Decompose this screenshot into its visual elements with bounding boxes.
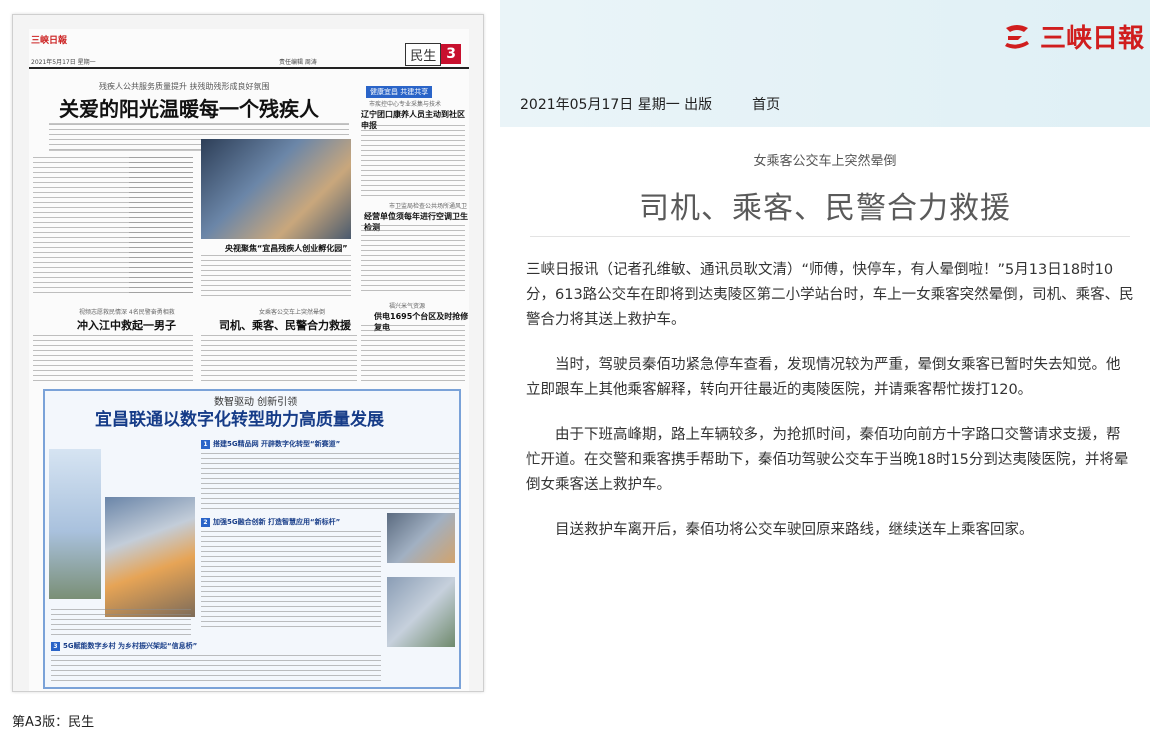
story3-kicker: 福兴米气资源 — [389, 303, 426, 310]
feature-headline[interactable]: 宜昌联通以数字化转型助力高质量发展 — [95, 405, 384, 430]
text-column — [201, 255, 351, 299]
paper-logo: 三峡日報 — [31, 36, 68, 46]
article-paragraph: 当时，驾驶员秦佰功紧急停车查看，发现情况较为严重，晕倒女乘客已暂时失去知觉。他立… — [526, 357, 1121, 398]
article-paragraph: 由于下班高峰期，路上车辆较多，为抢抓时间，秦佰功向前方十字路口交警请求支援，帮忙… — [526, 427, 1129, 493]
nav-bar: 2021年05月17日 星期一 出版 首页 — [500, 88, 1150, 120]
side-box-label: 健康宜昌 共建共享 — [366, 86, 433, 98]
article-paragraph: 目送救护车离开后，秦佰功将公交车驶回原来路线，继续送车上乘客回家。 — [555, 522, 1034, 538]
title-divider — [530, 236, 1130, 237]
feature-subhead-2: 2 加强5G融合创新 打造智慧应用“新标杆” — [201, 517, 340, 527]
text-column — [361, 225, 465, 295]
story1-kicker: 视频志愿救民情深 4名民警奋勇相救 — [79, 309, 175, 316]
text-column — [201, 531, 381, 631]
section-badge: 民生 3 — [405, 42, 461, 66]
article-paragraph: 三峡日报讯（记者孔维敏、通讯员耿文清）“师傅，快停车，有人晕倒啦！”5月13日1… — [526, 262, 1134, 328]
home-link[interactable]: 首页 — [752, 94, 780, 114]
text-column — [201, 335, 357, 383]
edition-date: 2021年05月17日 星期一 出版 — [520, 97, 713, 113]
text-column — [33, 335, 193, 383]
text-column — [201, 453, 459, 509]
feature-subhead-3: 3 5G赋能数字乡村 为乡村振兴架起“信息桥” — [51, 641, 197, 651]
newspaper-page-image[interactable]: 三峡日報 2021年5月17日 星期一 责任编辑 周涛 民生 3 残疾人公共服务… — [12, 14, 484, 692]
worker-photo — [105, 497, 195, 617]
tower-photo — [49, 449, 101, 599]
text-column — [51, 609, 191, 637]
brand-logo-icon — [1004, 24, 1029, 49]
text-column — [129, 157, 193, 297]
section-number: 3 — [441, 44, 461, 64]
story1-headline[interactable]: 冲入江中救起一男子 — [77, 317, 176, 333]
article-column: 三峡日報 2021年05月17日 星期一 出版 首页 女乘客公交车上突然晕倒 司… — [500, 0, 1150, 730]
site-brand[interactable]: 三峡日報 — [1002, 18, 1144, 55]
site-header: 三峡日報 2021年05月17日 星期一 出版 首页 — [500, 0, 1150, 127]
news-photo-tv-interview[interactable] — [201, 139, 351, 239]
photo-headline[interactable]: 央视聚焦“宜昌残疾人创业孵化园” — [225, 243, 348, 254]
city-photo — [387, 577, 455, 647]
paper-masthead: 三峡日報 2021年5月17日 星期一 责任编辑 周涛 民生 3 — [29, 29, 469, 69]
story2-kicker: 女乘客公交车上突然晕倒 — [259, 309, 326, 316]
article-title: 司机、乘客、民警合力救援 — [639, 191, 1011, 226]
text-column — [361, 125, 465, 197]
paper-date: 2021年5月17日 星期一 — [31, 59, 96, 66]
side-story-kicker: 市疾控中心专业采集与技术 — [369, 101, 442, 108]
page-thumbnail-column: 三峡日報 2021年5月17日 星期一 责任编辑 周涛 民生 3 残疾人公共服务… — [0, 0, 500, 730]
paper-editor: 责任编辑 周涛 — [279, 59, 317, 66]
office-photo — [387, 513, 455, 563]
article-kicker: 女乘客公交车上突然晕倒 — [753, 154, 897, 169]
text-column — [51, 655, 381, 685]
feature-subhead-1: 1 搭建5G精品网 开辟数字化转型“新赛道” — [201, 439, 340, 449]
section-name: 民生 — [405, 42, 442, 66]
text-column — [361, 325, 465, 383]
page-section-label[interactable]: 第A3版：民生 — [12, 711, 94, 730]
main-story-kicker: 残疾人公共服务质量提升 扶残助残形成良好氛围 — [99, 82, 270, 91]
brand-name: 三峡日報 — [1039, 24, 1144, 54]
newspaper-page: 三峡日報 2021年5月17日 星期一 责任编辑 周涛 民生 3 残疾人公共服务… — [29, 29, 469, 691]
main-story-headline[interactable]: 关爱的阳光温暖每一个残疾人 — [59, 93, 319, 122]
story2-headline[interactable]: 司机、乘客、民警合力救援 — [219, 317, 351, 333]
article-body: 三峡日报讯（记者孔维敏、通讯员耿文清）“师傅，快停车，有人晕倒啦！”5月13日1… — [526, 258, 1134, 563]
